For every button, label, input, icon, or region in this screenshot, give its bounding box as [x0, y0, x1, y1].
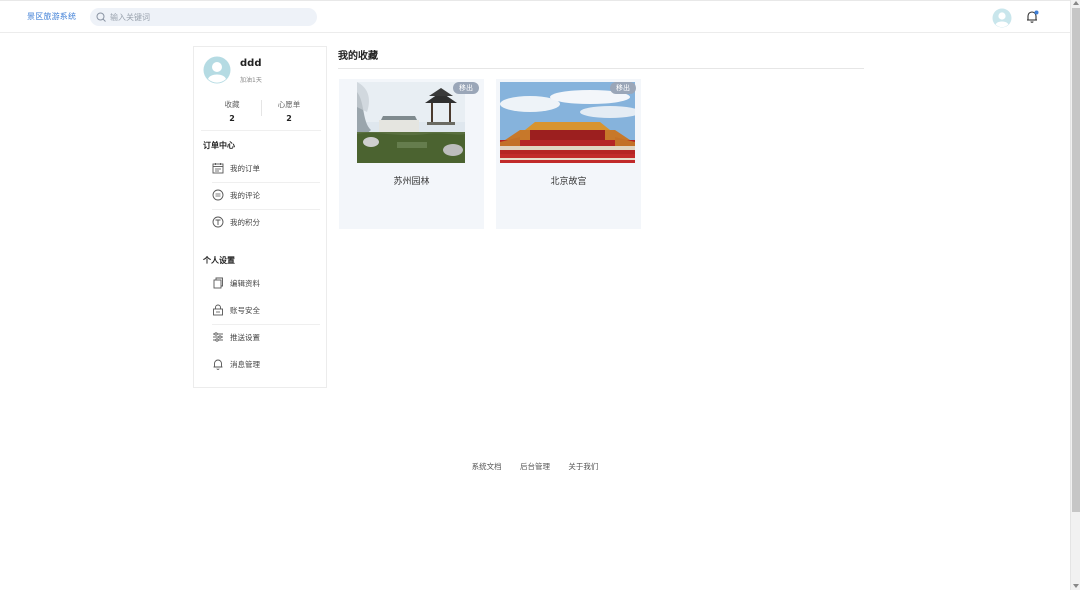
menu-label: 推送设置 — [230, 332, 260, 342]
stat-label: 收藏 — [224, 100, 240, 109]
menu-item-account-security[interactable]: 账号安全 — [212, 301, 316, 319]
menu-item-my-points[interactable]: 我的积分 — [212, 213, 316, 231]
calendar-icon — [212, 163, 224, 174]
stat-divider — [261, 100, 262, 116]
menu-label: 我的评论 — [230, 190, 260, 200]
scroll-up-arrow-icon[interactable] — [1073, 1, 1079, 5]
stat-label: 心愿单 — [277, 100, 301, 109]
stat-favorites[interactable]: 收藏 2 — [207, 99, 257, 123]
menu-label: 账号安全 — [230, 305, 260, 315]
brand-title[interactable]: 景区旅游系统 — [27, 11, 76, 22]
menu-label: 编辑资料 — [230, 278, 260, 288]
card-title[interactable]: 苏州园林 — [339, 174, 484, 187]
stat-wishlist[interactable]: 心愿单 2 — [264, 99, 314, 123]
user-avatar-icon[interactable] — [992, 8, 1012, 28]
menu-item-push-settings[interactable]: 推送设置 — [212, 328, 316, 346]
lock-icon — [213, 304, 223, 316]
divider — [212, 324, 320, 325]
remove-favorite-button[interactable]: 移出 — [453, 82, 479, 94]
stat-value: 2 — [286, 114, 292, 123]
page-title: 我的收藏 — [338, 51, 378, 62]
user-sidebar: ddd 加油1天 收藏 2 心愿单 2 订单中心 我的订单 我的评论 我的积分 … — [193, 46, 327, 388]
profile-avatar-icon[interactable] — [203, 56, 231, 84]
footer-link-admin[interactable]: 后台管理 — [520, 462, 550, 471]
bell-icon — [213, 359, 223, 370]
scroll-down-arrow-icon[interactable] — [1073, 584, 1079, 588]
divider — [201, 130, 321, 131]
user-subtext: 加油1天 — [240, 77, 262, 84]
search-icon — [96, 12, 106, 22]
top-header: 景区旅游系统 输入关键词 — [0, 0, 1070, 33]
comment-icon — [212, 189, 224, 201]
menu-item-my-comments[interactable]: 我的评论 — [212, 186, 316, 204]
sliders-icon — [213, 332, 223, 342]
suzhou-garden-image[interactable] — [357, 82, 465, 163]
page-scrollbar[interactable] — [1070, 0, 1080, 590]
title-divider — [338, 68, 864, 69]
remove-favorite-button[interactable]: 移出 — [610, 82, 636, 94]
forbidden-city-image[interactable] — [500, 82, 635, 163]
copy-icon — [213, 277, 223, 289]
search-placeholder[interactable]: 输入关键词 — [110, 12, 150, 23]
username: ddd — [240, 58, 262, 69]
points-icon — [212, 216, 224, 228]
menu-label: 我的积分 — [230, 217, 260, 227]
search-bar[interactable]: 输入关键词 — [90, 8, 317, 26]
footer: 系统文档 后台管理 关于我们 — [0, 461, 1070, 472]
section-title-orders: 订单中心 — [203, 141, 235, 150]
footer-link-about[interactable]: 关于我们 — [568, 462, 598, 471]
notification-bell-icon[interactable] — [1025, 10, 1039, 24]
favorite-card[interactable]: 移出 北京故宫 — [496, 79, 641, 229]
menu-item-my-orders[interactable]: 我的订单 — [212, 159, 316, 177]
card-title[interactable]: 北京故宫 — [496, 174, 641, 187]
scrollbar-thumb[interactable] — [1072, 8, 1080, 512]
menu-label: 我的订单 — [230, 163, 260, 173]
divider — [212, 182, 320, 183]
stat-value: 2 — [229, 114, 235, 123]
footer-link-docs[interactable]: 系统文档 — [472, 462, 502, 471]
menu-item-message-management[interactable]: 消息管理 — [212, 355, 316, 373]
favorite-card[interactable]: 移出 苏州园林 — [339, 79, 484, 229]
menu-item-edit-profile[interactable]: 编辑资料 — [212, 274, 316, 292]
menu-label: 消息管理 — [230, 359, 260, 369]
divider — [212, 209, 320, 210]
section-title-settings: 个人设置 — [203, 256, 235, 265]
